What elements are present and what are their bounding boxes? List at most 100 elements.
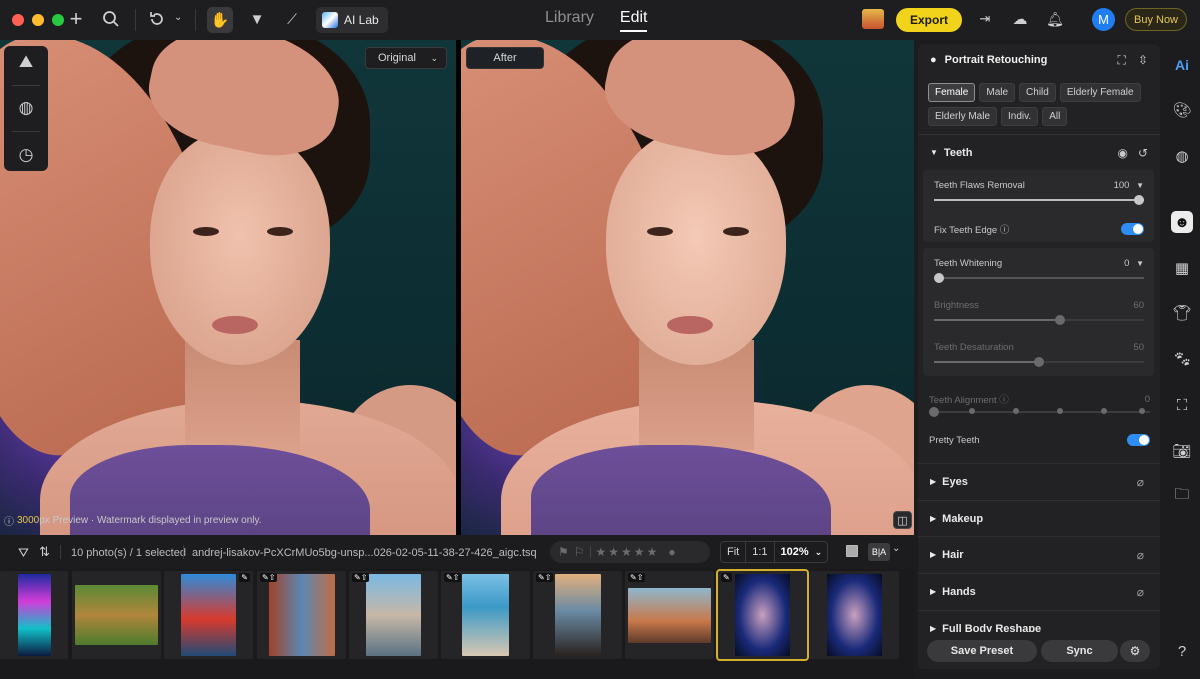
after-photo[interactable] <box>461 40 914 535</box>
split-compare-icon[interactable]: ◫ <box>893 511 912 529</box>
undo-icon[interactable] <box>147 9 167 29</box>
slider-knob[interactable] <box>1034 357 1044 367</box>
slider-knob[interactable] <box>934 273 944 283</box>
hands-section-header[interactable]: ▶ Hands ⌀ <box>918 573 1160 609</box>
crop-icon[interactable]: ⛶ <box>1171 394 1193 416</box>
cloud-icon[interactable]: ☁ <box>1010 10 1030 28</box>
chevron-down-icon[interactable]: ⌄ <box>892 543 900 554</box>
sort-icon[interactable]: ⇅ <box>39 544 50 560</box>
folder-settings-icon[interactable]: 🗀 <box>1171 485 1193 507</box>
help-icon[interactable]: ⓘ <box>999 395 1009 406</box>
thumbnail[interactable]: ✎⇧ <box>533 571 622 659</box>
teeth-whitening-slider[interactable] <box>934 273 1144 283</box>
caret-down-icon[interactable]: ▼ <box>1136 181 1144 190</box>
chevron-down-icon[interactable]: ⌄ <box>174 12 182 23</box>
chip-individual[interactable]: Indiv. <box>1001 107 1039 126</box>
makeup-section-header[interactable]: ▶ Makeup <box>918 500 1160 536</box>
chip-all[interactable]: All <box>1042 107 1068 126</box>
ai-icon[interactable]: Ai <box>1171 54 1193 76</box>
gift-icon[interactable] <box>862 9 884 29</box>
edit-off-icon[interactable]: ⌀ <box>1137 548 1144 562</box>
search-icon[interactable] <box>101 9 121 29</box>
thumbnail[interactable] <box>72 571 161 659</box>
minimize-window-button[interactable] <box>32 14 44 26</box>
save-preset-button[interactable]: Save Preset <box>927 640 1037 662</box>
teeth-alignment-slider[interactable] <box>929 407 1150 417</box>
history-clock-icon[interactable]: ◷ <box>19 145 34 165</box>
thumbnail[interactable]: ✎⇧ <box>257 571 346 659</box>
palette-icon[interactable]: 🎨︎ <box>1171 99 1193 121</box>
buy-now-button[interactable]: Buy Now <box>1125 8 1187 31</box>
bandage-tool-icon[interactable]: ⟋ <box>282 9 302 29</box>
texture-tool-icon[interactable]: ◍ <box>19 98 34 118</box>
image-viewer[interactable]: ⛰ ◍ ◷ Original ⌄ After ⓘ 3000 px Preview … <box>0 40 914 535</box>
skin-texture-icon[interactable]: ▦ <box>1171 257 1193 279</box>
hair-section-header[interactable]: ▶ Hair ⌀ <box>918 536 1160 572</box>
eyes-section-header[interactable]: ▶ Eyes ⌀ <box>918 463 1160 499</box>
ai-lab-button[interactable]: AI Lab <box>316 7 388 33</box>
chip-child[interactable]: Child <box>1019 83 1056 102</box>
sync-button[interactable]: Sync <box>1041 640 1118 662</box>
chip-male[interactable]: Male <box>979 83 1016 102</box>
adjust-icon[interactable]: ⇳ <box>1138 53 1148 68</box>
thumbnail[interactable]: ✎⇧ <box>625 571 714 659</box>
color-label-icon[interactable]: ● <box>668 545 675 559</box>
fix-teeth-edge-toggle[interactable] <box>1121 223 1144 235</box>
single-view-icon[interactable] <box>846 545 858 557</box>
bell-icon[interactable]: 🔔︎ <box>1046 10 1064 28</box>
add-icon[interactable]: + <box>66 6 86 31</box>
import-icon[interactable]: ⇥ <box>976 10 994 28</box>
teeth-whitening-value[interactable]: 0 <box>1124 258 1129 269</box>
help-icon[interactable]: ? <box>1171 640 1193 662</box>
sync-settings-icon[interactable]: ⚙ <box>1120 640 1150 662</box>
thumbnail[interactable]: ✎⇧ <box>441 571 530 659</box>
maximize-window-button[interactable] <box>52 14 64 26</box>
camera-icon[interactable]: 📷︎ <box>1171 440 1193 462</box>
brightness-slider[interactable] <box>934 315 1144 325</box>
chip-elderly-female[interactable]: Elderly Female <box>1059 83 1141 102</box>
tab-library[interactable]: Library <box>545 9 594 32</box>
export-button[interactable]: Export <box>896 8 962 32</box>
tab-edit[interactable]: Edit <box>619 9 648 32</box>
thumbnail-selected[interactable]: ✎ <box>716 569 809 661</box>
thumbnail[interactable] <box>810 571 899 659</box>
landscape-tool-icon[interactable]: ⛰ <box>19 52 33 72</box>
edit-off-icon[interactable]: ⌀ <box>1137 475 1144 489</box>
filter-icon[interactable]: ⛛ <box>18 545 29 561</box>
before-after-view-button[interactable]: B|A <box>868 543 890 561</box>
reset-icon[interactable]: ↺ <box>1138 146 1148 160</box>
stamp-tool-icon[interactable]: ▼ <box>247 9 267 29</box>
caret-down-icon[interactable]: ▼ <box>1136 259 1144 268</box>
chip-elderly-male[interactable]: Elderly Male <box>928 107 998 126</box>
star-rating[interactable]: ★★★★★ <box>596 545 660 559</box>
texture-icon[interactable]: ◍ <box>1171 145 1193 167</box>
pick-flag-icon[interactable]: ⚐ <box>574 545 585 559</box>
help-icon[interactable]: ⓘ <box>1000 225 1010 236</box>
slider-knob[interactable] <box>1134 195 1144 205</box>
portrait-face-icon[interactable]: ☻ <box>1171 211 1193 233</box>
tshirt-icon[interactable]: 👕︎ <box>1171 302 1193 324</box>
thumbnail[interactable]: ✎ <box>164 571 253 659</box>
face-detect-icon[interactable]: ⛶ <box>1118 53 1126 68</box>
visibility-eye-icon[interactable]: ◉ <box>1118 146 1128 160</box>
teeth-flaws-value[interactable]: 100 <box>1114 180 1130 191</box>
original-photo[interactable] <box>0 40 456 535</box>
close-window-button[interactable] <box>12 14 24 26</box>
reject-flag-icon[interactable]: ⚑ <box>558 545 569 559</box>
chip-female[interactable]: Female <box>928 83 976 102</box>
thumbnail[interactable] <box>0 571 68 659</box>
teeth-desaturation-slider[interactable] <box>934 357 1144 367</box>
avatar[interactable]: M <box>1092 8 1115 31</box>
thumbnail[interactable]: ✎⇧ <box>349 571 438 659</box>
zoom-level-select[interactable]: 102% ⌄ <box>775 542 829 562</box>
zoom-1to1-button[interactable]: 1:1 <box>746 542 775 562</box>
hand-tool-icon[interactable]: ✋ <box>207 7 233 33</box>
teeth-flaws-slider[interactable] <box>934 195 1144 205</box>
original-view-select[interactable]: Original ⌄ <box>365 47 447 69</box>
edit-off-icon[interactable]: ⌀ <box>1137 585 1144 599</box>
teeth-section-header[interactable]: ▼ Teeth ◉ ↺ <box>918 134 1160 170</box>
slider-knob[interactable] <box>1055 315 1065 325</box>
paw-icon[interactable]: 🐾︎ <box>1171 348 1193 370</box>
zoom-fit-button[interactable]: Fit <box>721 542 747 562</box>
pretty-teeth-toggle[interactable] <box>1127 434 1150 446</box>
